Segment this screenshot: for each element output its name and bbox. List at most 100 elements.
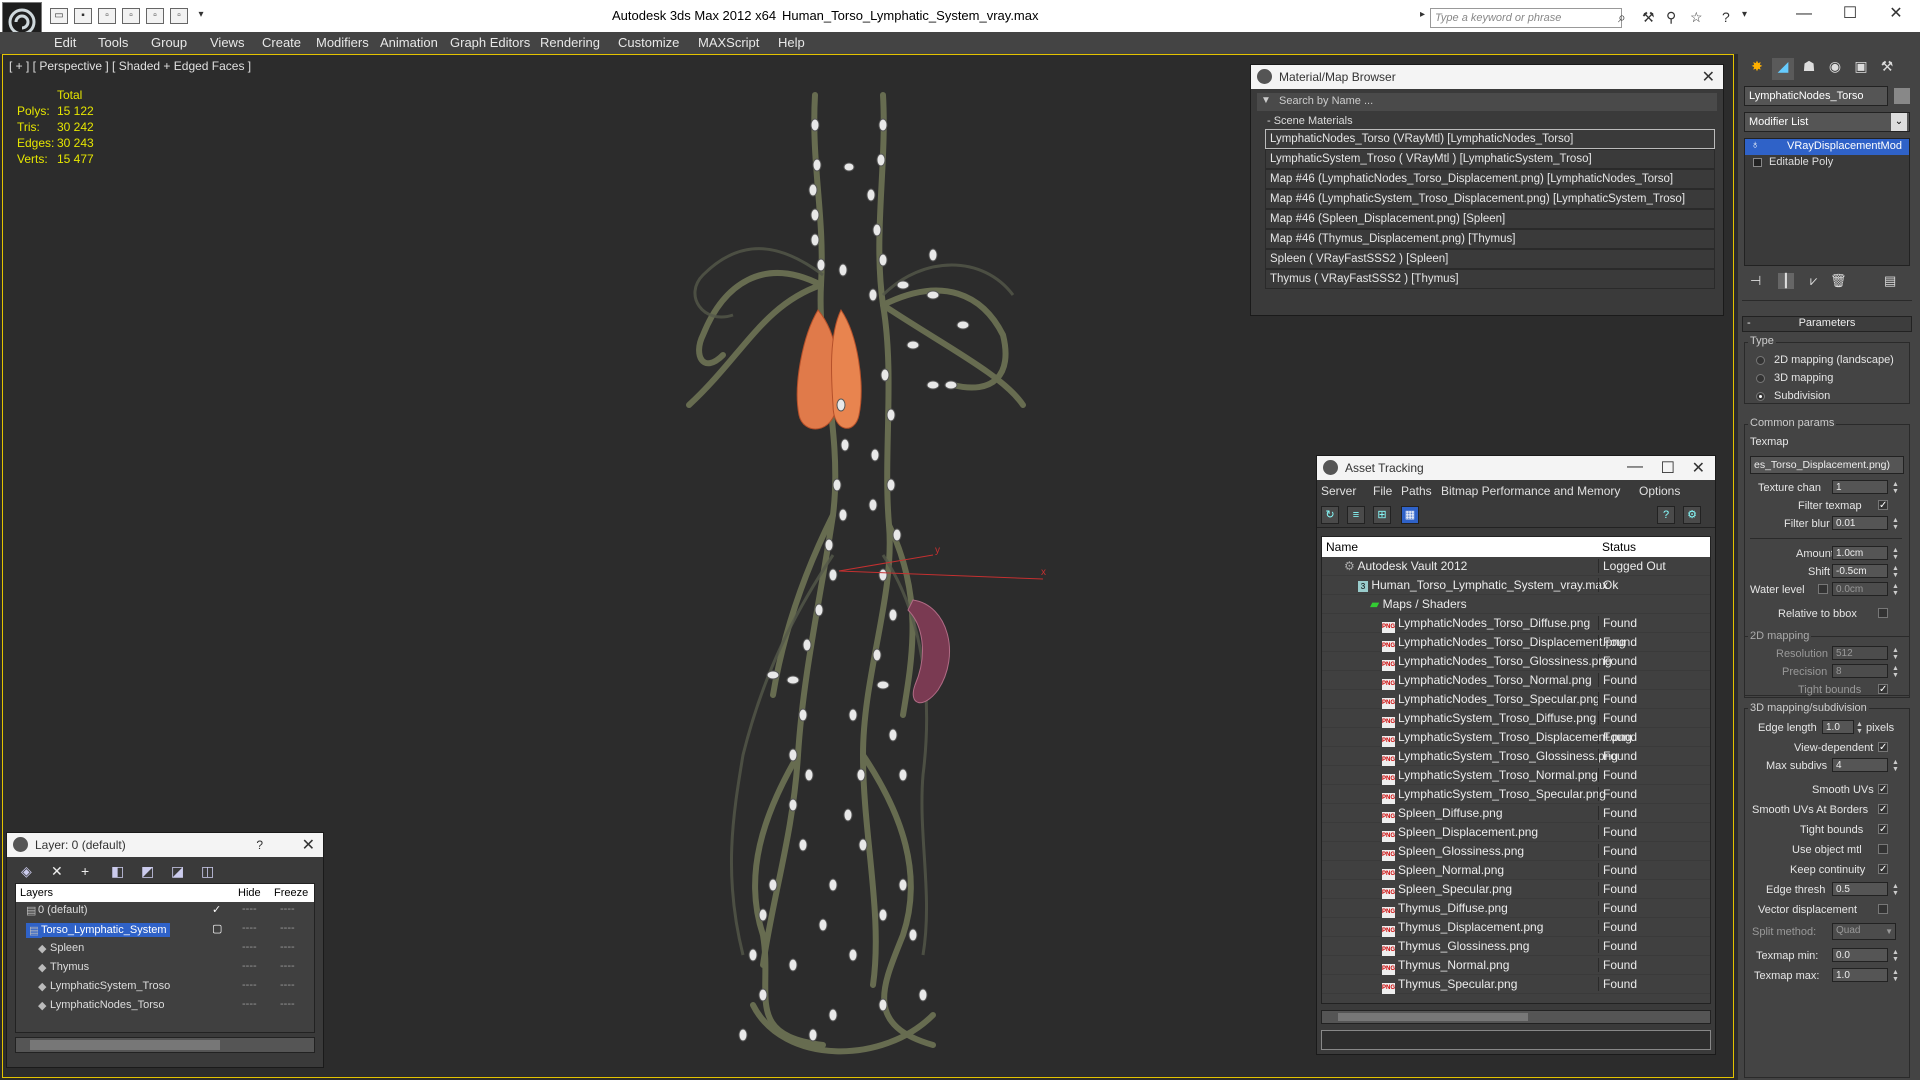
- material-list-item[interactable]: LymphaticSystem_Troso ( VRayMtl ) [Lymph…: [1265, 149, 1715, 169]
- filter-texmap-checkbox[interactable]: ✓: [1878, 500, 1888, 511]
- parameters-rollout-header[interactable]: - Parameters: [1742, 316, 1912, 332]
- hide-toggle[interactable]: ----: [242, 941, 257, 953]
- shift-spinner[interactable]: -0.5cm: [1832, 564, 1888, 578]
- asset-row-map[interactable]: PNG LymphaticSystem_Troso_Normal.png Found: [1322, 766, 1710, 785]
- help-dropdown-icon[interactable]: ▾: [1742, 9, 1747, 20]
- quick-access-dropdown-icon[interactable]: ▾: [192, 8, 210, 24]
- hide-toggle[interactable]: ----: [242, 922, 257, 934]
- asset-row-map[interactable]: PNG LymphaticNodes_Torso_Normal.png Found: [1322, 671, 1710, 690]
- menu-help[interactable]: Help: [778, 35, 805, 50]
- water-level-spinner[interactable]: 0.0cm: [1832, 582, 1888, 596]
- column-header-freeze[interactable]: Freeze: [274, 887, 308, 899]
- current-layer-check-icon[interactable]: ✓: [212, 903, 221, 916]
- material-list-item[interactable]: Map #46 (Spleen_Displacement.png) [Splee…: [1265, 209, 1715, 229]
- asset-row-map[interactable]: PNG LymphaticNodes_Torso_Displacement.png…: [1322, 633, 1710, 652]
- asset-row-max-file[interactable]: 3 Human_Torso_Lymphatic_System_vray.max …: [1322, 576, 1710, 595]
- asset-row-map[interactable]: PNG Thymus_Diffuse.png Found: [1322, 899, 1710, 918]
- tight-bounds-2d-checkbox[interactable]: ✓: [1878, 684, 1888, 695]
- asset-row-map[interactable]: PNG LymphaticNodes_Torso_Glossiness.png Fo…: [1322, 652, 1710, 671]
- asset-row-map[interactable]: PNG LymphaticSystem_Troso_Glossiness.png F…: [1322, 747, 1710, 766]
- column-header-layers[interactable]: Layers: [20, 887, 53, 899]
- make-unique-icon[interactable]: ⩗: [1810, 273, 1817, 289]
- freeze-toggle[interactable]: ----: [280, 941, 295, 953]
- menu-views[interactable]: Views: [210, 35, 244, 50]
- spinner-arrows-icon[interactable]: ▲ ▼: [1892, 481, 1899, 495]
- spinner-arrows-icon[interactable]: ▲ ▼: [1892, 583, 1899, 597]
- amount-spinner[interactable]: 1.0cm: [1832, 546, 1888, 560]
- hide-all-layers-icon[interactable]: ◪: [171, 863, 184, 880]
- minimize-icon[interactable]: —: [1627, 458, 1643, 476]
- layer-window-title-bar[interactable]: Layer: 0 (default) ? ✕: [7, 833, 323, 857]
- menu-create[interactable]: Create: [262, 35, 301, 50]
- asset-horizontal-scrollbar[interactable]: [1321, 1010, 1711, 1024]
- utilities-tab-icon[interactable]: ⚒: [1876, 58, 1898, 80]
- close-icon[interactable]: ✕: [1878, 4, 1914, 28]
- relative-bbox-checkbox[interactable]: [1878, 608, 1888, 618]
- help-icon[interactable]: ?: [1722, 9, 1730, 25]
- hold-icon[interactable]: ▫: [146, 8, 164, 24]
- binoculars-icon[interactable]: ⌕: [1618, 9, 1626, 26]
- pin-stack-icon[interactable]: ⊣: [1750, 273, 1761, 289]
- chevron-down-icon[interactable]: ⌄: [1891, 113, 1907, 131]
- material-list-item[interactable]: Thymus ( VRayFastSSS2 ) [Thymus]: [1265, 269, 1715, 289]
- asset-row-map[interactable]: PNG Thymus_Displacement.png Found: [1322, 918, 1710, 937]
- asset-row-map[interactable]: PNG Spleen_Displacement.png Found: [1322, 823, 1710, 842]
- radio-3d-mapping[interactable]: [1756, 374, 1765, 383]
- stack-item-editable-poly[interactable]: Editable Poly: [1745, 155, 1909, 171]
- asset-row-map[interactable]: PNG LymphaticSystem_Troso_Diffuse.png Foun…: [1322, 709, 1710, 728]
- asset-row-map[interactable]: PNG LymphaticNodes_Torso_Diffuse.png Found: [1322, 614, 1710, 633]
- freeze-toggle[interactable]: ----: [280, 998, 295, 1010]
- search-expand-icon[interactable]: ▸: [1420, 9, 1425, 20]
- spinner-arrows-icon[interactable]: ▲ ▼: [1856, 721, 1863, 735]
- fetch-icon[interactable]: ▫: [170, 8, 188, 24]
- menu-group[interactable]: Group: [151, 35, 187, 50]
- open-file-icon[interactable]: ▭: [50, 8, 68, 24]
- water-level-checkbox[interactable]: [1818, 584, 1828, 594]
- column-header-name[interactable]: Name: [1326, 540, 1358, 554]
- layer-row[interactable]: ▤ 0 (default) ---- ---- ✓: [16, 902, 314, 921]
- favorites-star-icon[interactable]: ☆: [1690, 9, 1703, 26]
- redo-icon[interactable]: ▫: [122, 8, 140, 24]
- object-name-field[interactable]: LymphaticNodes_Torso: [1744, 86, 1888, 106]
- asset-menu-bitmap-performance[interactable]: Bitmap Performance and Memory: [1441, 484, 1620, 498]
- asset-row-map[interactable]: PNG Spleen_Diffuse.png Found: [1322, 804, 1710, 823]
- display-tab-icon[interactable]: ▣: [1850, 58, 1872, 80]
- menu-rendering[interactable]: Rendering: [540, 35, 600, 50]
- split-method-dropdown[interactable]: Quad ▼: [1832, 923, 1896, 940]
- select-in-layer-icon[interactable]: ◧: [111, 863, 124, 880]
- freeze-toggle[interactable]: ----: [280, 979, 295, 991]
- material-list-item[interactable]: Spleen ( VRayFastSSS2 ) [Spleen]: [1265, 249, 1715, 269]
- lightbulb-icon[interactable]: ♁: [1751, 139, 1760, 151]
- stack-item-vray-displacement[interactable]: ♁ VRayDisplacementMod: [1745, 139, 1909, 155]
- scrollbar-thumb[interactable]: [1338, 1013, 1528, 1021]
- use-object-mtl-checkbox[interactable]: [1878, 844, 1888, 854]
- freeze-toggle[interactable]: ----: [280, 922, 295, 934]
- column-header-status[interactable]: Status: [1602, 540, 1636, 554]
- add-to-layer-icon[interactable]: +: [81, 863, 89, 879]
- asset-menu-paths[interactable]: Paths: [1401, 484, 1432, 498]
- create-tab-icon[interactable]: ✸: [1746, 58, 1768, 80]
- spinner-arrows-icon[interactable]: ▲ ▼: [1892, 647, 1899, 661]
- asset-row-map[interactable]: PNG LymphaticSystem_Troso_Specular.png Fou…: [1322, 785, 1710, 804]
- undo-icon[interactable]: ▫: [98, 8, 116, 24]
- asset-menu-server[interactable]: Server: [1321, 484, 1356, 498]
- filter-blur-spinner[interactable]: 0.01: [1832, 516, 1888, 530]
- hide-toggle[interactable]: ----: [242, 998, 257, 1010]
- menu-animation[interactable]: Animation: [380, 35, 438, 50]
- object-color-swatch[interactable]: [1894, 88, 1910, 104]
- edge-length-spinner[interactable]: 1.0: [1822, 720, 1854, 734]
- highlight-layer-icon[interactable]: ◩: [141, 863, 154, 880]
- layer-horizontal-scrollbar[interactable]: [15, 1037, 315, 1053]
- save-file-icon[interactable]: ▪: [74, 8, 92, 24]
- column-header-hide[interactable]: Hide: [238, 887, 261, 899]
- scrollbar-thumb[interactable]: [30, 1040, 220, 1050]
- layer-row[interactable]: ▤ Torso_Lymphatic_System ---- ---- ▢: [16, 921, 314, 940]
- expand-icon[interactable]: [1753, 158, 1762, 167]
- asset-tracking-title-bar[interactable]: Asset Tracking — ☐ ✕: [1317, 456, 1715, 480]
- minimize-icon[interactable]: —: [1786, 4, 1822, 28]
- new-layer-icon[interactable]: ◈: [21, 863, 32, 880]
- motion-tab-icon[interactable]: ◉: [1824, 58, 1846, 80]
- hide-toggle[interactable]: ----: [242, 979, 257, 991]
- help-icon[interactable]: ?: [1657, 506, 1675, 524]
- radio-subdivision[interactable]: [1756, 392, 1765, 401]
